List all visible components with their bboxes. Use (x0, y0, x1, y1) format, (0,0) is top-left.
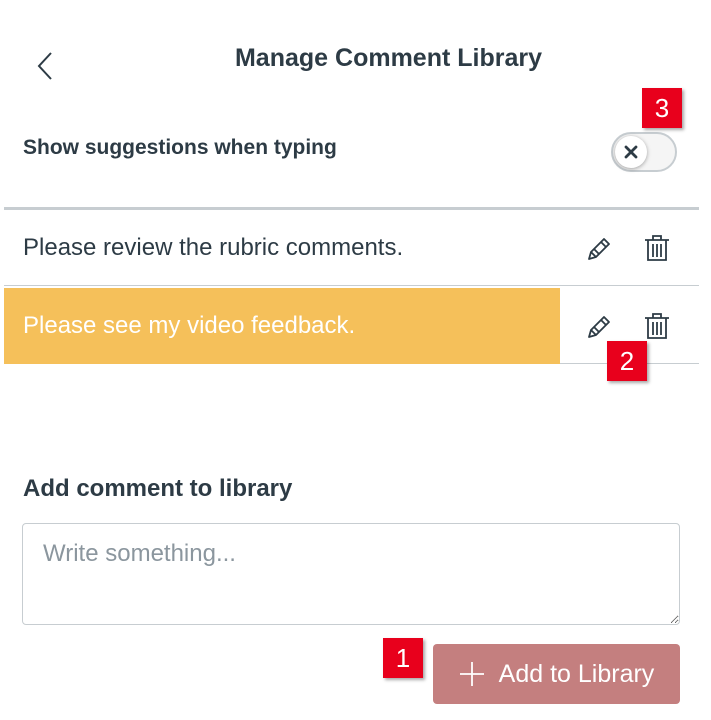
suggestions-label: Show suggestions when typing (23, 136, 337, 159)
edit-comment-button[interactable] (582, 308, 618, 344)
suggestions-toggle[interactable] (611, 132, 677, 172)
trash-icon (645, 313, 669, 339)
pencil-icon (588, 316, 610, 338)
manage-comment-library-panel: Manage Comment Library Show suggestions … (0, 0, 711, 720)
toggle-knob (615, 136, 647, 168)
add-comment-label: Add comment to library (23, 475, 293, 502)
comment-row[interactable]: Please review the rubric comments. (4, 210, 699, 286)
pencil-icon (588, 238, 610, 260)
page-title: Manage Comment Library (234, 44, 542, 72)
callout-badge-1: 1 (383, 638, 423, 678)
trash-icon (645, 235, 669, 261)
delete-comment-button[interactable] (639, 308, 675, 344)
callout-badge-2: 2 (607, 341, 647, 381)
add-to-library-button[interactable]: Add to Library (433, 644, 680, 704)
delete-comment-button[interactable] (639, 230, 675, 266)
x-icon (624, 145, 638, 159)
comment-input[interactable] (22, 523, 680, 625)
plus-icon (459, 662, 484, 686)
comment-text[interactable]: Please see my video feedback. (4, 288, 560, 364)
edit-comment-button[interactable] (582, 230, 618, 266)
add-to-library-label: Add to Library (498, 659, 655, 688)
comment-row-highlighted[interactable]: Please see my video feedback. (4, 288, 699, 364)
callout-badge-3: 3 (642, 88, 682, 128)
comment-text[interactable]: Please review the rubric comments. (4, 210, 560, 286)
